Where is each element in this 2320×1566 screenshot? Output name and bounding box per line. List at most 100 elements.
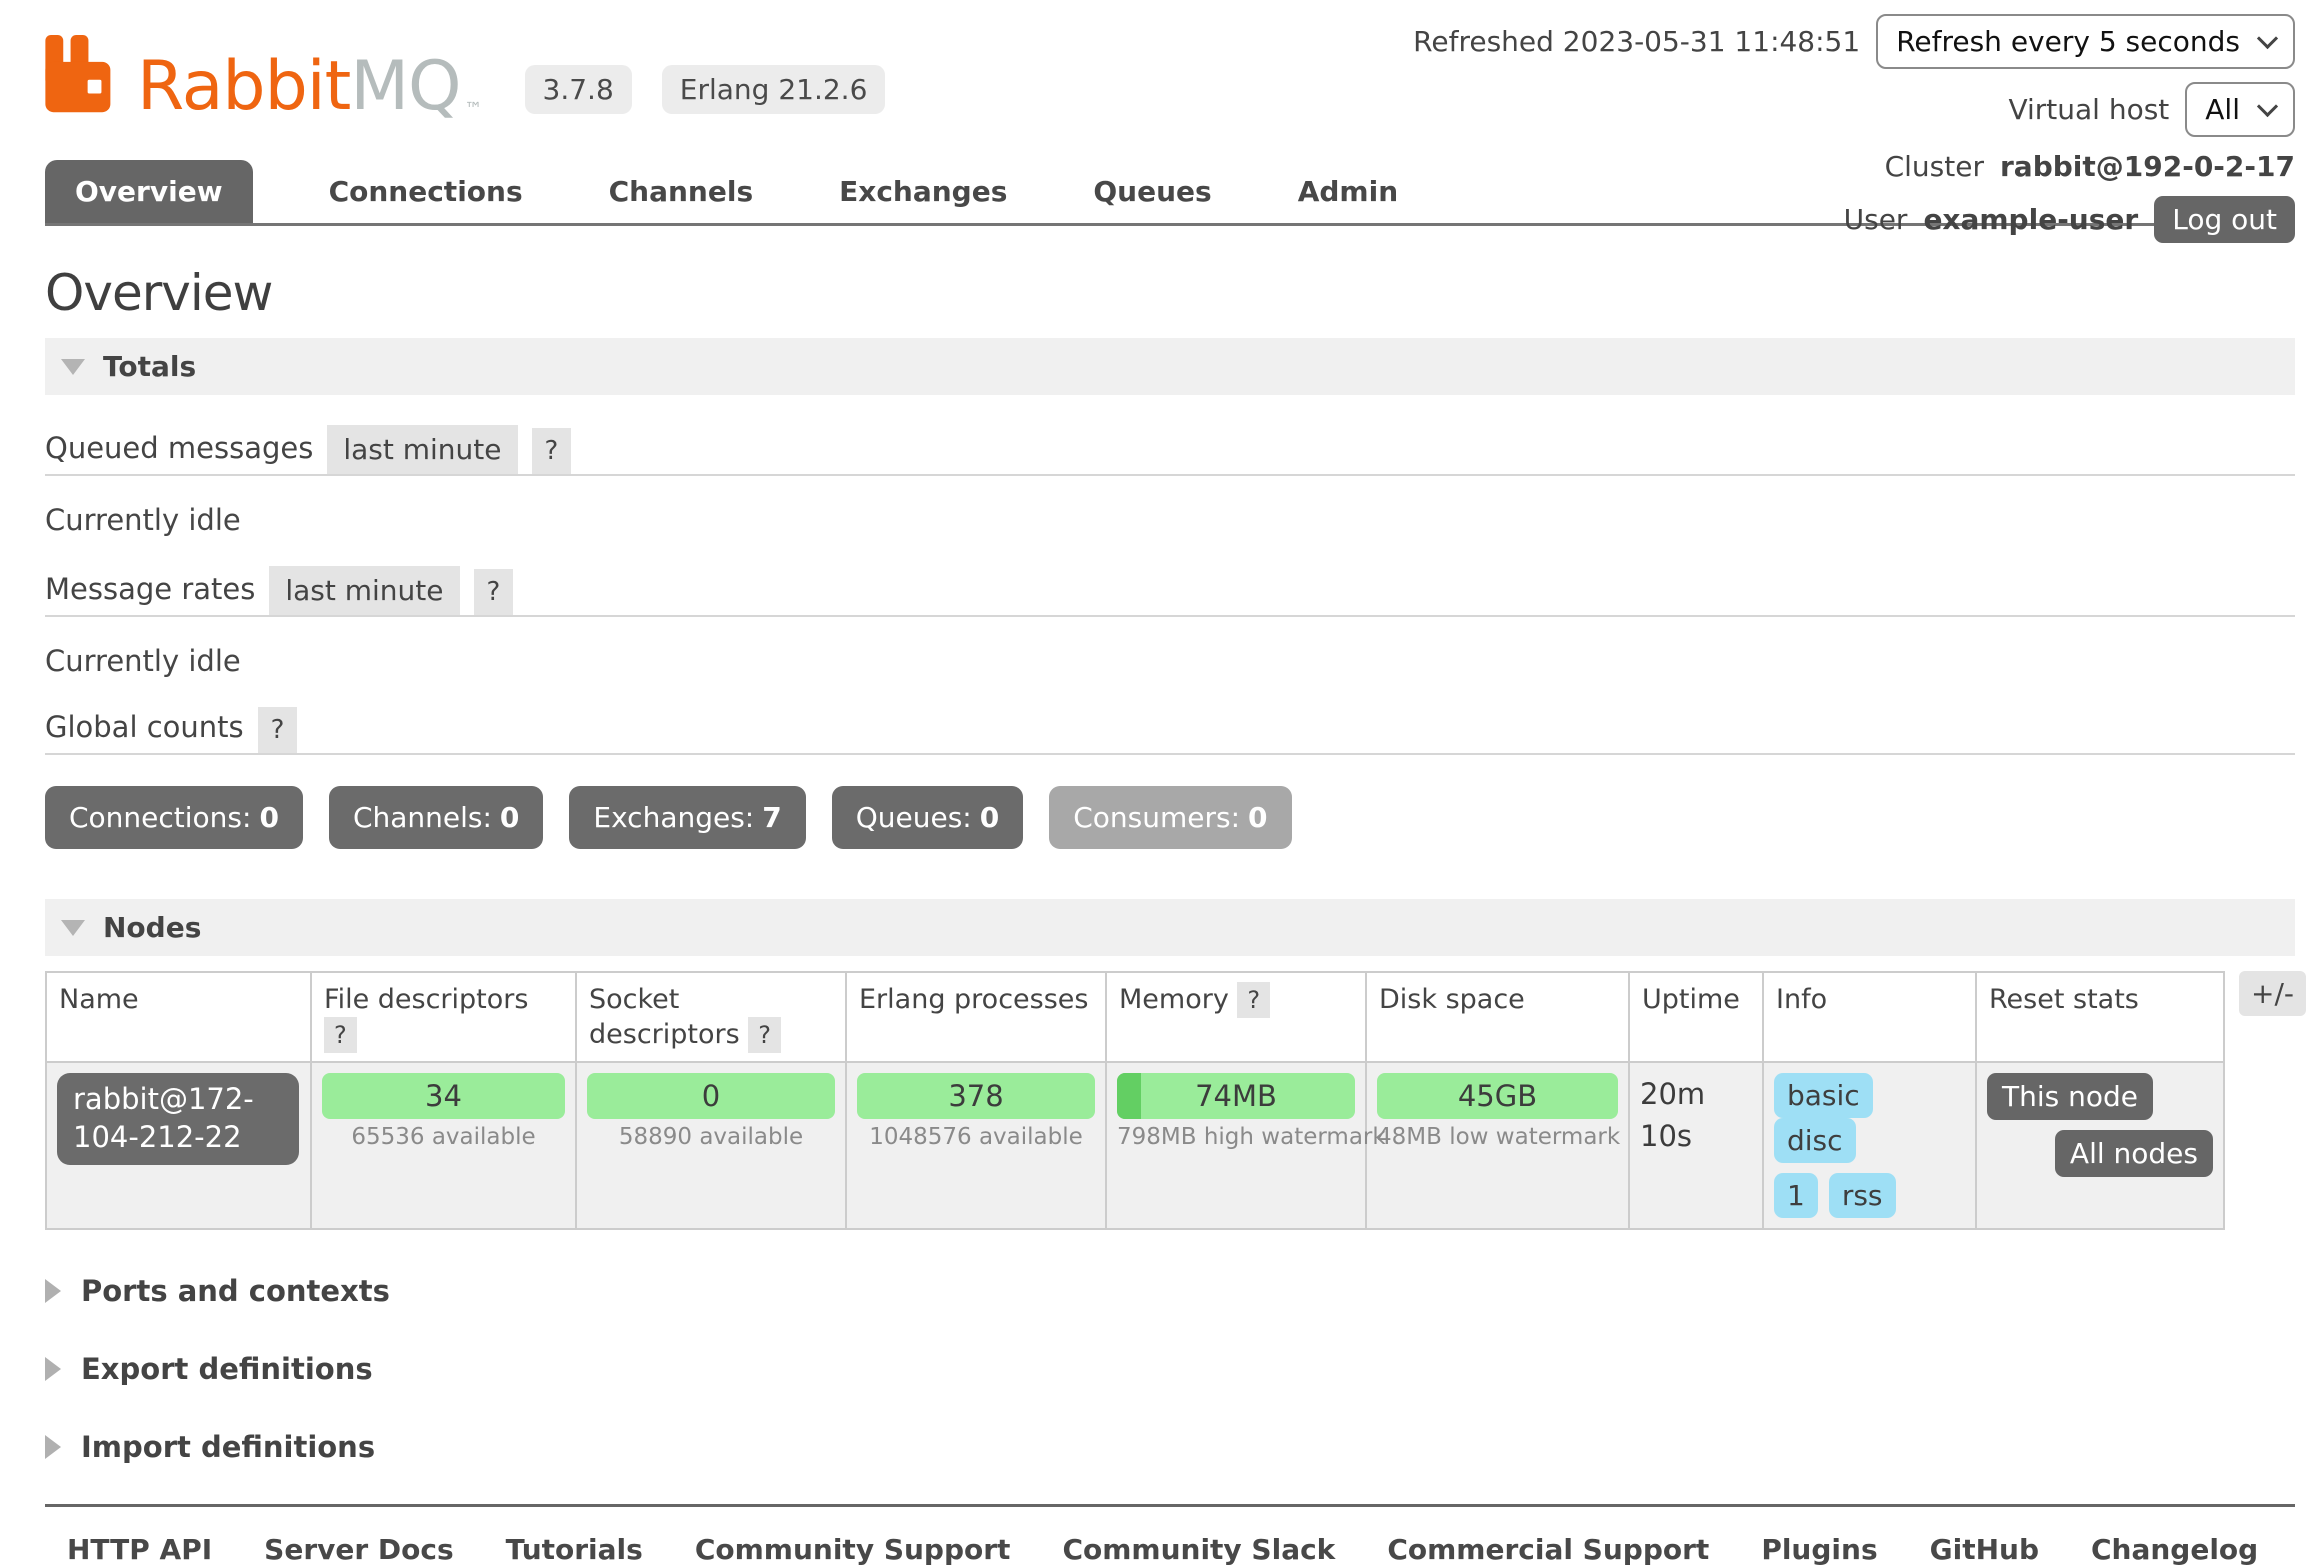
memory-help-badge[interactable]: ? [1237, 982, 1270, 1018]
connections-counter[interactable]: Connections:0 [45, 786, 303, 849]
expand-triangle-icon [45, 1279, 61, 1303]
ports-and-contexts-section[interactable]: Ports and contexts [45, 1274, 2295, 1308]
expand-triangle-icon [45, 1435, 61, 1459]
footer-link-github[interactable]: GitHub [1930, 1533, 2039, 1566]
global-counters: Connections:0 Channels:0 Exchanges:7 Que… [45, 786, 2295, 849]
queued-messages-idle-text: Currently idle [45, 503, 2295, 537]
page-title: Overview [45, 264, 2295, 322]
footer-link-commercial-support[interactable]: Commercial Support [1387, 1533, 1709, 1566]
column-header-erlang-processes: Erlang processes [846, 972, 1106, 1062]
vhost-select[interactable]: All [2185, 82, 2295, 137]
info-badge-version: 1 [1774, 1173, 1818, 1218]
rabbitmq-version-badge: 3.7.8 [525, 65, 632, 114]
add-remove-columns-button[interactable]: +/- [2239, 971, 2306, 1016]
logout-button[interactable]: Log out [2154, 196, 2295, 243]
info-badge-rss: rss [1829, 1173, 1896, 1218]
cluster-row: Cluster rabbit@192-0-2-17 [1885, 150, 2295, 183]
footer-link-community-support[interactable]: Community Support [695, 1533, 1011, 1566]
tab-exchanges[interactable]: Exchanges [809, 160, 1037, 223]
export-definitions-section[interactable]: Export definitions [45, 1352, 2295, 1386]
column-header-uptime: Uptime [1629, 972, 1763, 1062]
footer-link-community-slack[interactable]: Community Slack [1062, 1533, 1335, 1566]
tab-channels[interactable]: Channels [579, 160, 784, 223]
socket-descriptors-help-badge[interactable]: ? [748, 1017, 781, 1053]
socket-descriptors-available: 58890 available [587, 1124, 835, 1150]
footer-link-changelog[interactable]: Changelog [2091, 1533, 2258, 1566]
message-rates-help-badge[interactable]: ? [474, 569, 514, 615]
connections-counter-label: Connections: [69, 801, 251, 834]
channels-counter-value: 0 [500, 801, 519, 834]
totals-section-header[interactable]: Totals [45, 338, 2295, 395]
erlang-processes-available: 1048576 available [857, 1124, 1095, 1150]
exchanges-counter[interactable]: Exchanges:7 [569, 786, 805, 849]
column-header-name: Name [46, 972, 311, 1062]
tab-connections[interactable]: Connections [299, 160, 553, 223]
expand-triangle-icon [45, 1357, 61, 1381]
channels-counter[interactable]: Channels:0 [329, 786, 543, 849]
nodes-section-header[interactable]: Nodes [45, 899, 2295, 956]
global-counts-help-badge[interactable]: ? [258, 707, 298, 753]
tab-admin[interactable]: Admin [1268, 160, 1428, 223]
disk-space-watermark: 48MB low watermark [1377, 1124, 1618, 1150]
column-header-info: Info [1763, 972, 1976, 1062]
queued-messages-label: Queued messages [45, 431, 313, 474]
rabbitmq-logo[interactable]: Rabbit MQ ™ [45, 35, 483, 120]
header: Rabbit MQ ™ 3.7.8 Erlang 21.2.6 Refreshe… [45, 0, 2295, 226]
totals-section-title: Totals [103, 350, 196, 383]
column-header-memory: Memory ? [1106, 972, 1366, 1062]
consumers-counter[interactable]: Consumers:0 [1049, 786, 1291, 849]
message-rates-idle-text: Currently idle [45, 644, 2295, 678]
queued-messages-help-badge[interactable]: ? [532, 428, 572, 474]
refresh-interval-value: Refresh every 5 seconds [1896, 25, 2240, 58]
uptime-seconds: 10s [1640, 1115, 1752, 1157]
footer-links: HTTP API Server Docs Tutorials Community… [67, 1533, 2295, 1566]
queued-messages-header: Queued messages last minute ? [45, 425, 2295, 476]
version-badges: 3.7.8 Erlang 21.2.6 [525, 65, 886, 114]
exchanges-counter-label: Exchanges: [593, 801, 754, 834]
memory-watermark: 798MB high watermark [1117, 1124, 1355, 1150]
socket-descriptors-bar: 0 [587, 1073, 835, 1119]
consumers-counter-value: 0 [1248, 801, 1267, 834]
memory-cell: 74MB 798MB high watermark [1106, 1062, 1366, 1229]
refresh-interval-select[interactable]: Refresh every 5 seconds [1876, 14, 2295, 69]
connections-counter-value: 0 [259, 801, 278, 834]
reset-stats-cell: This node All nodes [1976, 1062, 2224, 1229]
collapse-triangle-icon [61, 920, 85, 936]
info-badge-basic: basic [1774, 1073, 1873, 1118]
cluster-name: rabbit@192-0-2-17 [2000, 150, 2295, 183]
info-cell: basicdisc 1rss [1763, 1062, 1976, 1229]
reset-this-node-button[interactable]: This node [1987, 1073, 2153, 1120]
node-name-cell: rabbit@172-104-212-22 [46, 1062, 311, 1229]
footer-link-tutorials[interactable]: Tutorials [506, 1533, 643, 1566]
message-rates-label: Message rates [45, 572, 255, 615]
footer-link-server-docs[interactable]: Server Docs [264, 1533, 454, 1566]
nodes-table-area: Name File descriptors ? Socket descripto… [45, 971, 2295, 1230]
vhost-value: All [2205, 93, 2240, 126]
tab-queues[interactable]: Queues [1063, 160, 1241, 223]
node-name-badge[interactable]: rabbit@172-104-212-22 [57, 1073, 299, 1164]
file-descriptors-cell: 34 65536 available [311, 1062, 576, 1229]
import-definitions-section[interactable]: Import definitions [45, 1430, 2295, 1464]
queues-counter[interactable]: Queues:0 [832, 786, 1024, 849]
consumers-counter-label: Consumers: [1073, 801, 1240, 834]
file-descriptors-bar: 34 [322, 1073, 565, 1119]
reset-all-nodes-button[interactable]: All nodes [2055, 1130, 2213, 1177]
uptime-minutes: 20m [1640, 1073, 1752, 1115]
user-label: User [1844, 203, 1908, 236]
file-descriptors-available: 65536 available [322, 1124, 565, 1150]
nodes-table-header-row: Name File descriptors ? Socket descripto… [46, 972, 2224, 1062]
disk-space-bar: 45GB [1377, 1073, 1618, 1119]
refreshed-timestamp: Refreshed 2023-05-31 11:48:51 [1413, 25, 1860, 58]
chevron-down-icon [2257, 28, 2278, 49]
queues-counter-label: Queues: [856, 801, 972, 834]
memory-bar: 74MB [1117, 1073, 1355, 1119]
tab-overview[interactable]: Overview [45, 160, 253, 223]
file-descriptors-help-badge[interactable]: ? [324, 1017, 357, 1053]
queued-messages-mode-tab[interactable]: last minute [327, 425, 517, 474]
chevron-down-icon [2257, 96, 2278, 117]
column-header-reset-stats: Reset stats [1976, 972, 2224, 1062]
footer-link-http-api[interactable]: HTTP API [67, 1533, 212, 1566]
message-rates-mode-tab[interactable]: last minute [269, 566, 459, 615]
column-header-disk-space: Disk space [1366, 972, 1629, 1062]
footer-link-plugins[interactable]: Plugins [1761, 1533, 1877, 1566]
